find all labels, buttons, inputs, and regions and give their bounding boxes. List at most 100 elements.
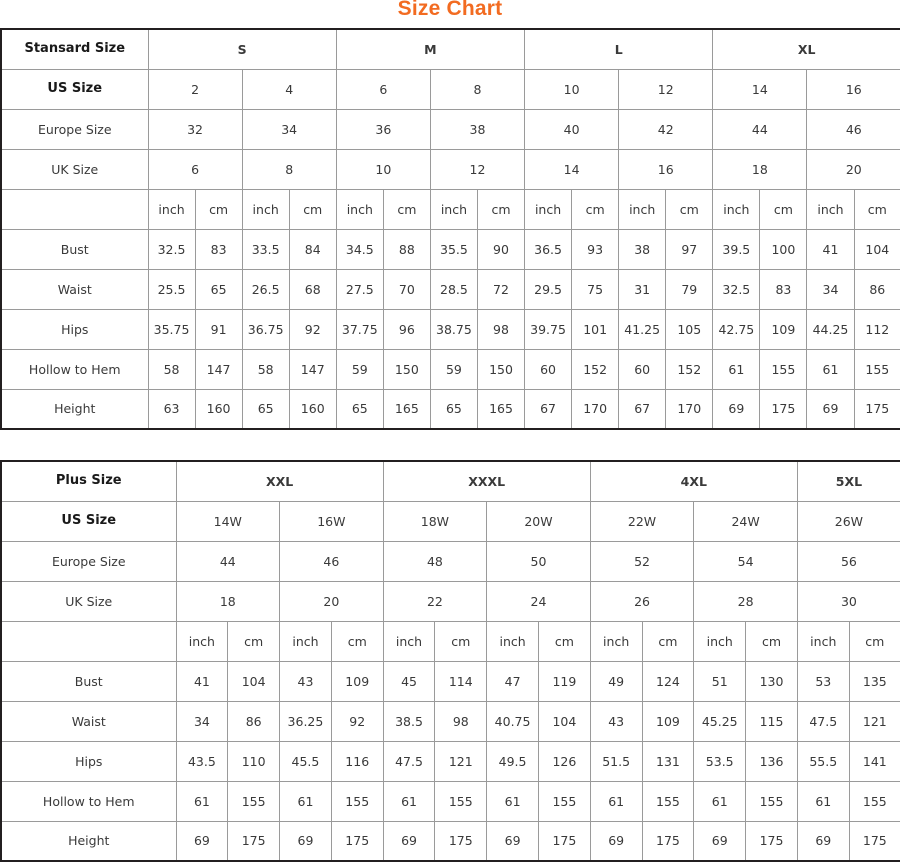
unit-inch-label: inch [693, 620, 747, 662]
standard-cell: 6 [147, 148, 243, 190]
plus-cell: 52 [589, 540, 695, 582]
standard-measurement-cell: 36.5 [524, 228, 573, 270]
plus-label-hips: Hips [0, 740, 177, 782]
plus-measurement-cell: 155 [745, 780, 798, 822]
standard-measurement-cell: 61 [712, 348, 761, 390]
unit-cm-label: cm [227, 620, 281, 662]
plus-measurement-cell: 130 [745, 660, 798, 702]
plus-unit-row: inch cm inch cm inch cm inch cm inch cm inch cm inch… [0, 620, 900, 662]
plus-measurement-cell: 115 [745, 700, 798, 742]
standard-label-bust: Bust [0, 228, 149, 270]
standard-measurement-cell: 165 [476, 388, 526, 430]
unit-inch-label: inch [147, 188, 196, 230]
standard-measurement-cell: 152 [571, 348, 620, 390]
standard-measurement-cell: 92 [288, 308, 337, 350]
standard-cell: 44 [712, 108, 808, 150]
unit-inch-label: inch [486, 620, 539, 662]
standard-measurement-row: Height 63 160 65 160 65 165 65 165 67 170 67 170 69 17… [0, 388, 900, 430]
standard-measurement-cell: 112 [853, 308, 900, 350]
standard-measurement-cell: 170 [665, 388, 714, 430]
plus-measurement-cell: 47.5 [796, 700, 850, 742]
standard-label-europe-size: Europe Size [0, 108, 149, 150]
plus-measurement-cell: 51 [693, 660, 747, 702]
unit-cm-label: cm [330, 620, 384, 662]
standard-measurement-cell: 32.5 [147, 228, 196, 270]
plus-measurement-cell: 104 [537, 700, 591, 742]
plus-measurement-cell: 38.5 [382, 700, 436, 742]
plus-label-waist: Waist [0, 700, 177, 742]
standard-measurement-cell: 29.5 [524, 268, 573, 310]
standard-measurement-cell: 58 [241, 348, 290, 390]
standard-measurement-cell: 109 [759, 308, 808, 350]
unit-inch-label: inch [429, 188, 478, 230]
standard-label-hips: Hips [0, 308, 149, 350]
standard-cell: 4 [241, 68, 337, 110]
standard-cell: 2 [147, 68, 243, 110]
plus-measurement-cell: 175 [330, 820, 384, 862]
plus-measurement-cell: 61 [486, 780, 539, 822]
standard-measurement-cell: 104 [853, 228, 900, 270]
unit-inch-label: inch [335, 188, 384, 230]
standard-measurement-cell: 34.5 [335, 228, 384, 270]
plus-measurement-cell: 116 [330, 740, 384, 782]
unit-cm-label: cm [382, 188, 431, 230]
standard-measurement-cell: 84 [288, 228, 337, 270]
unit-cm-label: cm [434, 620, 488, 662]
plus-measurement-cell: 40.75 [486, 700, 539, 742]
plus-label-europe-size: Europe Size [0, 540, 177, 582]
plus-measurement-cell: 49.5 [486, 740, 539, 782]
plus-measurement-cell: 155 [227, 780, 281, 822]
plus-measurement-cell: 155 [330, 780, 384, 822]
unit-cm-label: cm [288, 188, 337, 230]
standard-cell: 34 [241, 108, 337, 150]
standard-measurement-row: Bust 32.5 83 33.5 84 34.5 88 35.5 90 36.5 93 38 97 39… [0, 228, 900, 270]
standard-group-xl: XL [712, 28, 900, 70]
standard-size-table: Stansard Size S M L XL US Size 2 4 6 8 10 12 14 16 Eur… [0, 28, 900, 430]
standard-cell: 14 [524, 148, 620, 190]
standard-group-l: L [524, 28, 714, 70]
standard-group-header-row: Stansard Size S M L XL [0, 28, 900, 70]
standard-cell: 10 [524, 68, 620, 110]
standard-cell: 36 [335, 108, 431, 150]
plus-label-height: Height [0, 820, 177, 862]
standard-measurement-cell: 67 [524, 388, 573, 430]
standard-measurement-cell: 58 [147, 348, 196, 390]
plus-row: UK Size 18 20 22 24 26 28 30 [0, 580, 900, 622]
plus-measurement-cell: 69 [589, 820, 643, 862]
standard-measurement-cell: 88 [382, 228, 431, 270]
standard-row: Europe Size 32 34 36 38 40 42 44 46 [0, 108, 900, 150]
standard-unit-blank [0, 188, 149, 230]
standard-cell: 40 [524, 108, 620, 150]
plus-cell: 22 [382, 580, 488, 622]
plus-measurement-cell: 69 [796, 820, 850, 862]
plus-measurement-cell: 47 [486, 660, 539, 702]
unit-inch-label: inch [524, 188, 573, 230]
unit-cm-label: cm [759, 188, 808, 230]
plus-cell: 50 [486, 540, 591, 582]
plus-group-header-row: Plus Size XXL XXXL 4XL 5XL [0, 460, 900, 502]
standard-cell: 18 [712, 148, 808, 190]
unit-cm-label: cm [537, 620, 591, 662]
plus-cell: 20W [486, 500, 591, 542]
standard-cell: 20 [806, 148, 900, 190]
standard-measurement-cell: 44.25 [806, 308, 855, 350]
standard-measurement-cell: 36.75 [241, 308, 290, 350]
standard-measurement-cell: 91 [194, 308, 243, 350]
standard-measurement-row: Waist 25.5 65 26.5 68 27.5 70 28.5 72 29.5 75 31 79 3… [0, 268, 900, 310]
standard-group-m: M [335, 28, 526, 70]
plus-cell: 18 [175, 580, 281, 622]
standard-measurement-cell: 152 [665, 348, 714, 390]
size-chart-page: Size Chart Stansard Size S M L XL US Size 2 4 6 8… [0, 0, 900, 862]
plus-cell: 26W [796, 500, 900, 542]
plus-measurement-cell: 34 [175, 700, 229, 742]
standard-measurement-cell: 37.75 [335, 308, 384, 350]
unit-inch-label: inch [806, 188, 855, 230]
standard-measurement-cell: 68 [288, 268, 337, 310]
plus-measurement-row: Height 69 175 69 175 69 175 69 175 69 175 69 175 69 17… [0, 820, 900, 862]
plus-measurement-row: Hollow to Hem 61 155 61 155 61 155 61 155 61 155 61… [0, 780, 900, 822]
plus-measurement-cell: 121 [434, 740, 488, 782]
plus-measurement-cell: 41 [175, 660, 229, 702]
unit-cm-label: cm [194, 188, 243, 230]
standard-measurement-cell: 59 [429, 348, 478, 390]
standard-measurement-cell: 150 [476, 348, 526, 390]
